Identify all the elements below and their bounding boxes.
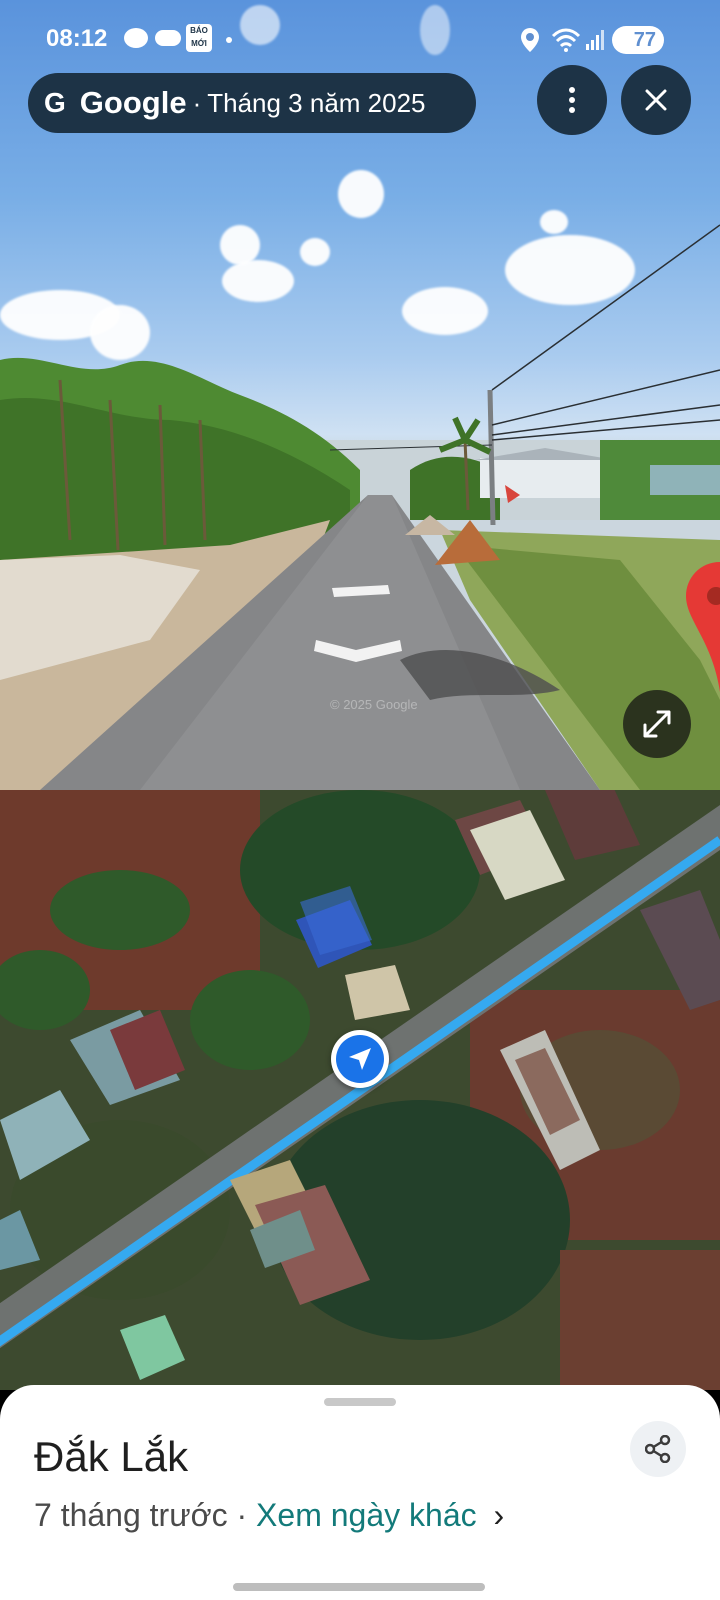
chevron-right-icon[interactable]: › — [494, 1497, 505, 1533]
expand-button[interactable] — [623, 690, 691, 758]
capture-age-line: 7 tháng trước · Xem ngày khác › — [34, 1497, 504, 1534]
expand-icon — [643, 710, 671, 738]
more-notifications-dot — [226, 37, 232, 43]
brand-label: Google — [79, 85, 187, 120]
satellite-map[interactable] — [0, 790, 720, 1390]
more-vert-icon — [569, 87, 575, 113]
capture-age: 7 tháng trước — [34, 1497, 228, 1533]
location-pin-icon — [521, 28, 539, 52]
place-title: Đắk Lắk — [34, 1433, 189, 1480]
close-button[interactable] — [621, 65, 691, 135]
signal-icon — [586, 30, 604, 50]
wifi-icon — [551, 28, 581, 52]
imagery-info-pill[interactable]: G Google · Tháng 3 năm 2025 — [28, 73, 476, 133]
capture-date: Tháng 3 năm 2025 — [207, 87, 426, 118]
battery-indicator: 77 — [612, 26, 664, 54]
share-icon — [645, 1435, 671, 1463]
chat-notification-icon — [124, 28, 148, 48]
cloud-notification-icon — [155, 30, 181, 46]
gesture-navigation-bar[interactable] — [233, 1583, 485, 1591]
place-bottom-sheet[interactable]: Đắk Lắk 7 tháng trước · Xem ngày khác › — [0, 1385, 720, 1600]
other-dates-link[interactable]: Xem ngày khác — [256, 1497, 477, 1533]
google-g-icon: G — [44, 87, 66, 118]
more-options-button[interactable] — [537, 65, 607, 135]
sheet-drag-handle[interactable] — [324, 1398, 396, 1406]
status-time: 08:12 — [46, 25, 108, 52]
street-view-watermark: © 2025 Google — [330, 697, 418, 712]
navigation-arrow-icon — [336, 1035, 384, 1083]
separator-dot: · — [236, 1497, 248, 1533]
share-button[interactable] — [630, 1421, 686, 1477]
current-location-marker[interactable] — [331, 1030, 389, 1088]
separator-dot: · — [192, 87, 202, 118]
bao-moi-app-icon: BÁO MỚI — [186, 24, 212, 52]
satellite-imagery — [0, 790, 720, 1390]
place-marker-icon[interactable] — [686, 562, 720, 692]
close-icon — [645, 89, 667, 111]
